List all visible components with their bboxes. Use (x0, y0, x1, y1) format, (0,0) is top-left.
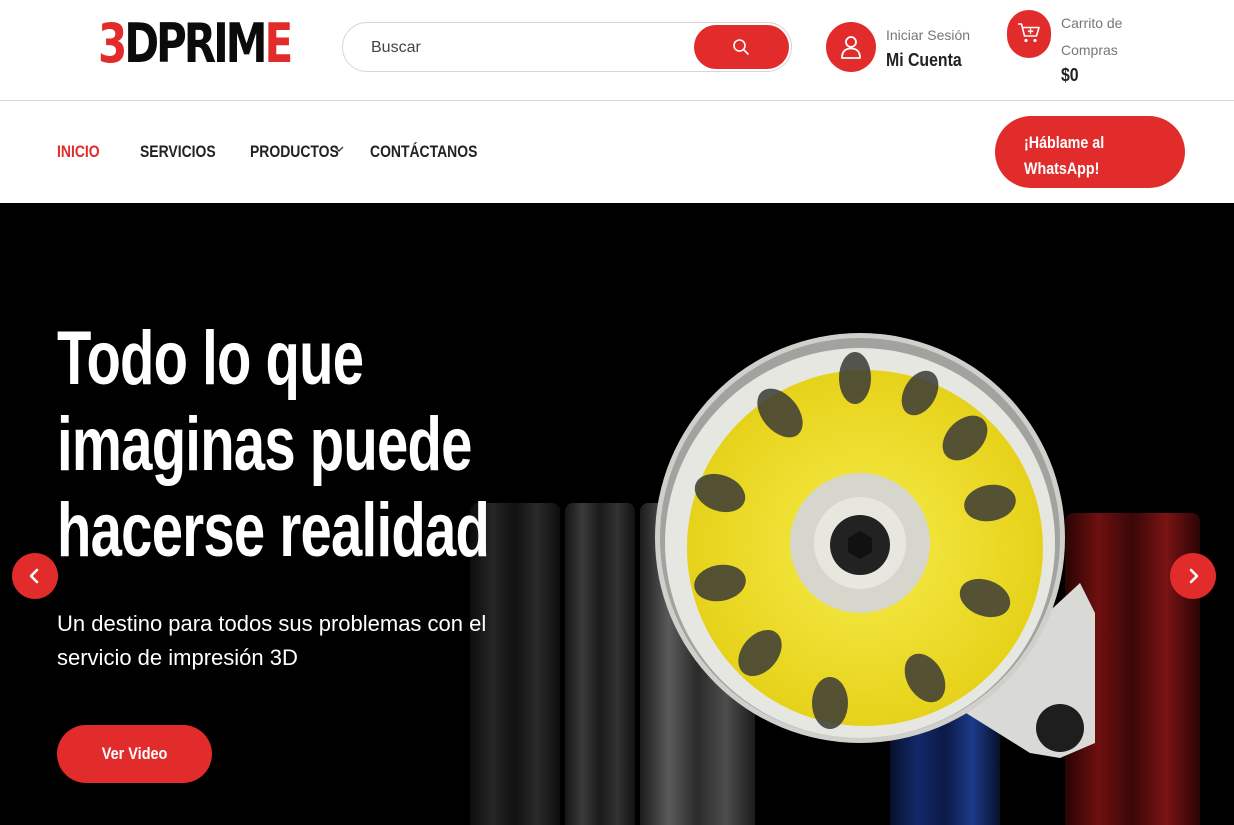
main-nav: INICIO SERVICIOS PRODUCTOS CONTÁCTANOS ¡… (0, 101, 1234, 203)
brand-logo[interactable]: 3DPRIME (98, 12, 293, 76)
search-icon (733, 39, 749, 55)
login-label[interactable]: Iniciar Sesión (886, 27, 970, 43)
site-header: 3DPRIME Iniciar Sesión Mi Cuenta Carrito… (0, 0, 1234, 101)
nav-item-contactanos[interactable]: CONTÁCTANOS (370, 142, 477, 162)
nav-item-servicios[interactable]: SERVICIOS (140, 142, 216, 162)
cart-total[interactable]: $0 (1061, 65, 1079, 86)
chevron-left-icon (29, 568, 39, 584)
search-button[interactable] (694, 25, 789, 69)
logo-text: 3DPRIME (98, 12, 293, 75)
cart-label-line1: Carrito de (1061, 15, 1123, 31)
carousel-next-button[interactable] (1170, 553, 1216, 599)
chevron-down-icon[interactable] (334, 145, 344, 153)
cart-label-line2: Compras (1061, 42, 1118, 58)
account-button[interactable] (826, 22, 876, 72)
cart-button[interactable] (1007, 10, 1051, 58)
my-account-link[interactable]: Mi Cuenta (886, 50, 962, 71)
cart-icon (1018, 23, 1040, 43)
carousel-prev-button[interactable] (12, 553, 58, 599)
watch-video-label: Ver Video (101, 744, 168, 763)
whatsapp-button-label: ¡Háblame al WhatsApp! (1024, 133, 1105, 178)
whatsapp-button[interactable]: ¡Háblame al WhatsApp! (995, 116, 1185, 188)
nav-item-productos[interactable]: PRODUCTOS (250, 142, 339, 162)
hero-subtitle: Un destino para todos sus problemas con … (57, 611, 487, 670)
search-bar (342, 22, 792, 72)
nav-item-inicio[interactable]: INICIO (57, 142, 100, 162)
watch-video-button[interactable]: Ver Video (57, 725, 212, 783)
search-input[interactable] (371, 35, 671, 61)
hero-banner: Todo lo que imaginas puede hacerse reali… (0, 203, 1234, 825)
filament-spool-product-image (655, 333, 1095, 758)
hero-title: Todo lo que imaginas puede hacerse reali… (57, 316, 490, 573)
chevron-right-icon (1189, 568, 1199, 584)
user-icon (841, 36, 861, 59)
